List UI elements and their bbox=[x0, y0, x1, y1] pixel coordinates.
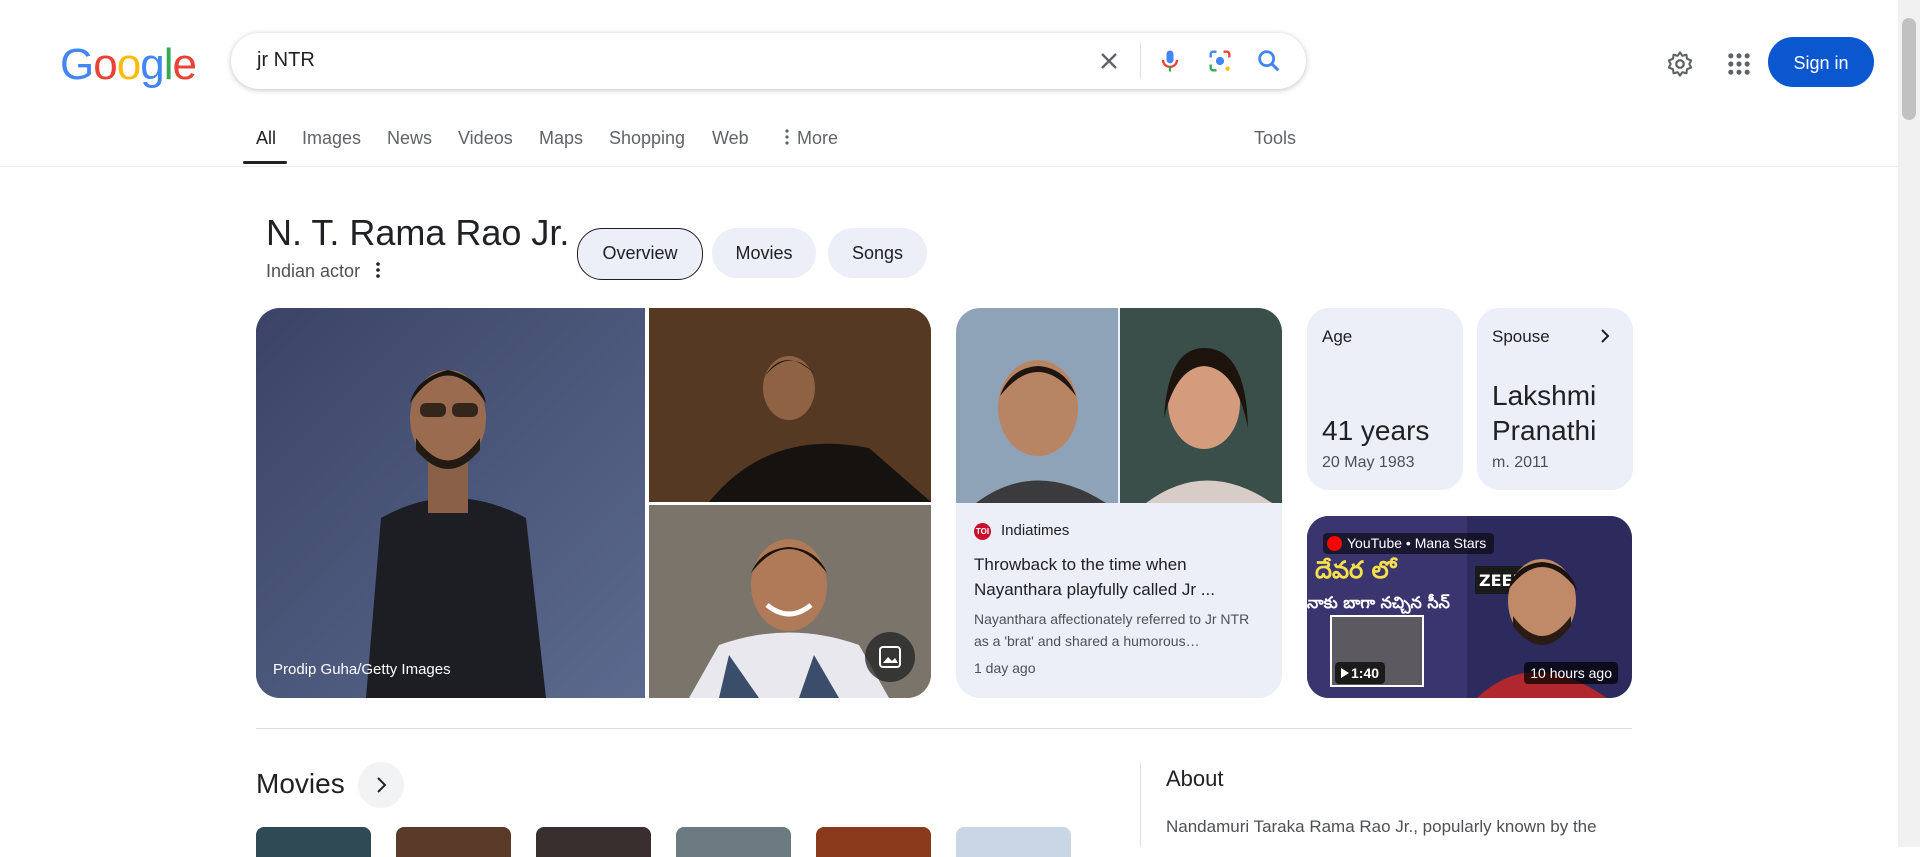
more-vert-icon bbox=[785, 129, 789, 145]
apps-grid-icon[interactable] bbox=[1725, 50, 1753, 78]
logo-letter: o bbox=[93, 40, 118, 89]
tab-videos[interactable]: Videos bbox=[458, 128, 513, 149]
source-favicon-icon: TOI bbox=[974, 523, 991, 540]
image-gallery-icon bbox=[879, 646, 901, 668]
logo-letter: G bbox=[60, 40, 94, 89]
about-divider bbox=[1140, 763, 1141, 847]
photo-top-right[interactable] bbox=[649, 308, 931, 502]
actor-photo-illustration bbox=[256, 308, 645, 698]
search-icon[interactable] bbox=[1255, 47, 1283, 75]
video-source: YouTube • Mana Stars bbox=[1323, 533, 1495, 554]
scrollbar-thumb[interactable] bbox=[1902, 18, 1916, 120]
fact-detail-married: m. 2011 bbox=[1492, 454, 1549, 471]
entity-title: N. T. Rama Rao Jr. bbox=[266, 212, 570, 253]
tab-images[interactable]: Images bbox=[302, 128, 361, 149]
photo-bottom-right[interactable] bbox=[649, 505, 931, 698]
search-box[interactable]: jr NTR bbox=[231, 33, 1306, 89]
tab-more-label: More bbox=[797, 128, 839, 148]
about-heading: About bbox=[1166, 766, 1224, 791]
entity-more-options-icon[interactable] bbox=[370, 259, 386, 281]
lens-icon[interactable] bbox=[1206, 47, 1234, 75]
movie-poster[interactable] bbox=[816, 827, 931, 857]
entity-description: Indian actor bbox=[266, 261, 361, 281]
clear-icon[interactable] bbox=[1095, 47, 1123, 75]
movies-more-button[interactable] bbox=[358, 762, 404, 808]
movie-poster[interactable] bbox=[536, 827, 651, 857]
video-card[interactable]: దేవర లో నాకు బాగా నచ్చిన సీన్ ZEE5 YouTu… bbox=[1307, 516, 1632, 698]
view-images-button[interactable] bbox=[865, 632, 915, 682]
video-duration-label: 1:40 bbox=[1351, 665, 1380, 681]
movie-poster[interactable] bbox=[676, 827, 791, 857]
fact-value-spouse-line2: Pranathi bbox=[1492, 415, 1597, 446]
video-posted-time: 10 hours ago bbox=[1524, 662, 1618, 684]
scrollbar-track[interactable] bbox=[1898, 0, 1920, 847]
chevron-right-icon[interactable] bbox=[1595, 326, 1615, 346]
pill-songs[interactable]: Songs bbox=[828, 228, 927, 278]
fact-value-spouse-line1: Lakshmi bbox=[1492, 380, 1597, 411]
pill-overview[interactable]: Overview bbox=[577, 228, 703, 280]
youtube-icon bbox=[1327, 536, 1342, 551]
svg-text:నాకు బాగా నచ్చిన సీన్: నాకు బాగా నచ్చిన సీన్ bbox=[1307, 593, 1450, 614]
search-divider bbox=[1140, 43, 1141, 79]
news-source: Indiatimes bbox=[1001, 522, 1070, 539]
svg-text:దేవర లో: దేవర లో bbox=[1315, 556, 1399, 584]
photo-credit: Prodip Guha/Getty Images bbox=[273, 661, 451, 678]
movie-poster[interactable] bbox=[956, 827, 1071, 857]
active-tab-indicator bbox=[243, 161, 287, 164]
news-card[interactable]: TOI Indiatimes Throwback to the time whe… bbox=[956, 308, 1282, 698]
movie-poster[interactable] bbox=[256, 827, 371, 857]
fact-card-age[interactable]: Age 41 years 20 May 1983 bbox=[1307, 308, 1463, 490]
tools-button[interactable]: Tools bbox=[1254, 128, 1296, 149]
news-snippet: Nayanthara affectionately referred to Jr… bbox=[974, 611, 1250, 649]
fact-label-spouse: Spouse bbox=[1492, 327, 1550, 346]
settings-gear-icon[interactable] bbox=[1666, 50, 1694, 78]
about-text: Nandamuri Taraka Rama Rao Jr., popularly… bbox=[1166, 817, 1597, 836]
microphone-icon[interactable] bbox=[1156, 47, 1184, 75]
fact-label-age: Age bbox=[1322, 327, 1353, 346]
pill-movies[interactable]: Movies bbox=[712, 228, 816, 278]
video-source-label: YouTube • Mana Stars bbox=[1347, 535, 1487, 551]
main-photo[interactable]: Prodip Guha/Getty Images bbox=[256, 308, 645, 698]
fact-value-age: 41 years bbox=[1322, 415, 1430, 446]
tab-all[interactable]: All bbox=[256, 128, 276, 149]
action-photo-illustration bbox=[649, 308, 931, 502]
logo-letter: g bbox=[140, 40, 165, 89]
fact-detail-birthdate: 20 May 1983 bbox=[1322, 454, 1415, 471]
tab-shopping[interactable]: Shopping bbox=[609, 128, 685, 149]
section-divider bbox=[256, 728, 1632, 729]
news-timestamp: 1 day ago bbox=[974, 660, 1036, 676]
tab-maps[interactable]: Maps bbox=[539, 128, 583, 149]
fact-card-spouse[interactable]: Spouse Lakshmi Pranathi m. 2011 bbox=[1477, 308, 1633, 490]
tab-more[interactable]: More bbox=[782, 128, 838, 149]
video-duration: 1:40 bbox=[1335, 662, 1386, 684]
search-input[interactable]: jr NTR bbox=[257, 49, 315, 72]
tab-news[interactable]: News bbox=[387, 128, 432, 149]
movies-heading: Movies bbox=[256, 768, 345, 799]
movie-poster[interactable] bbox=[396, 827, 511, 857]
google-logo[interactable]: Google bbox=[60, 40, 197, 90]
tab-web[interactable]: Web bbox=[712, 128, 749, 149]
logo-letter: o bbox=[116, 40, 142, 89]
chevron-right-icon bbox=[377, 777, 387, 793]
sign-in-button[interactable]: Sign in bbox=[1768, 37, 1874, 87]
play-icon bbox=[1341, 668, 1349, 678]
news-card-image bbox=[956, 308, 1282, 503]
news-headline[interactable]: Throwback to the time when Nayanthara pl… bbox=[974, 552, 1264, 602]
header-divider bbox=[0, 166, 1898, 167]
logo-letter: e bbox=[172, 40, 197, 89]
